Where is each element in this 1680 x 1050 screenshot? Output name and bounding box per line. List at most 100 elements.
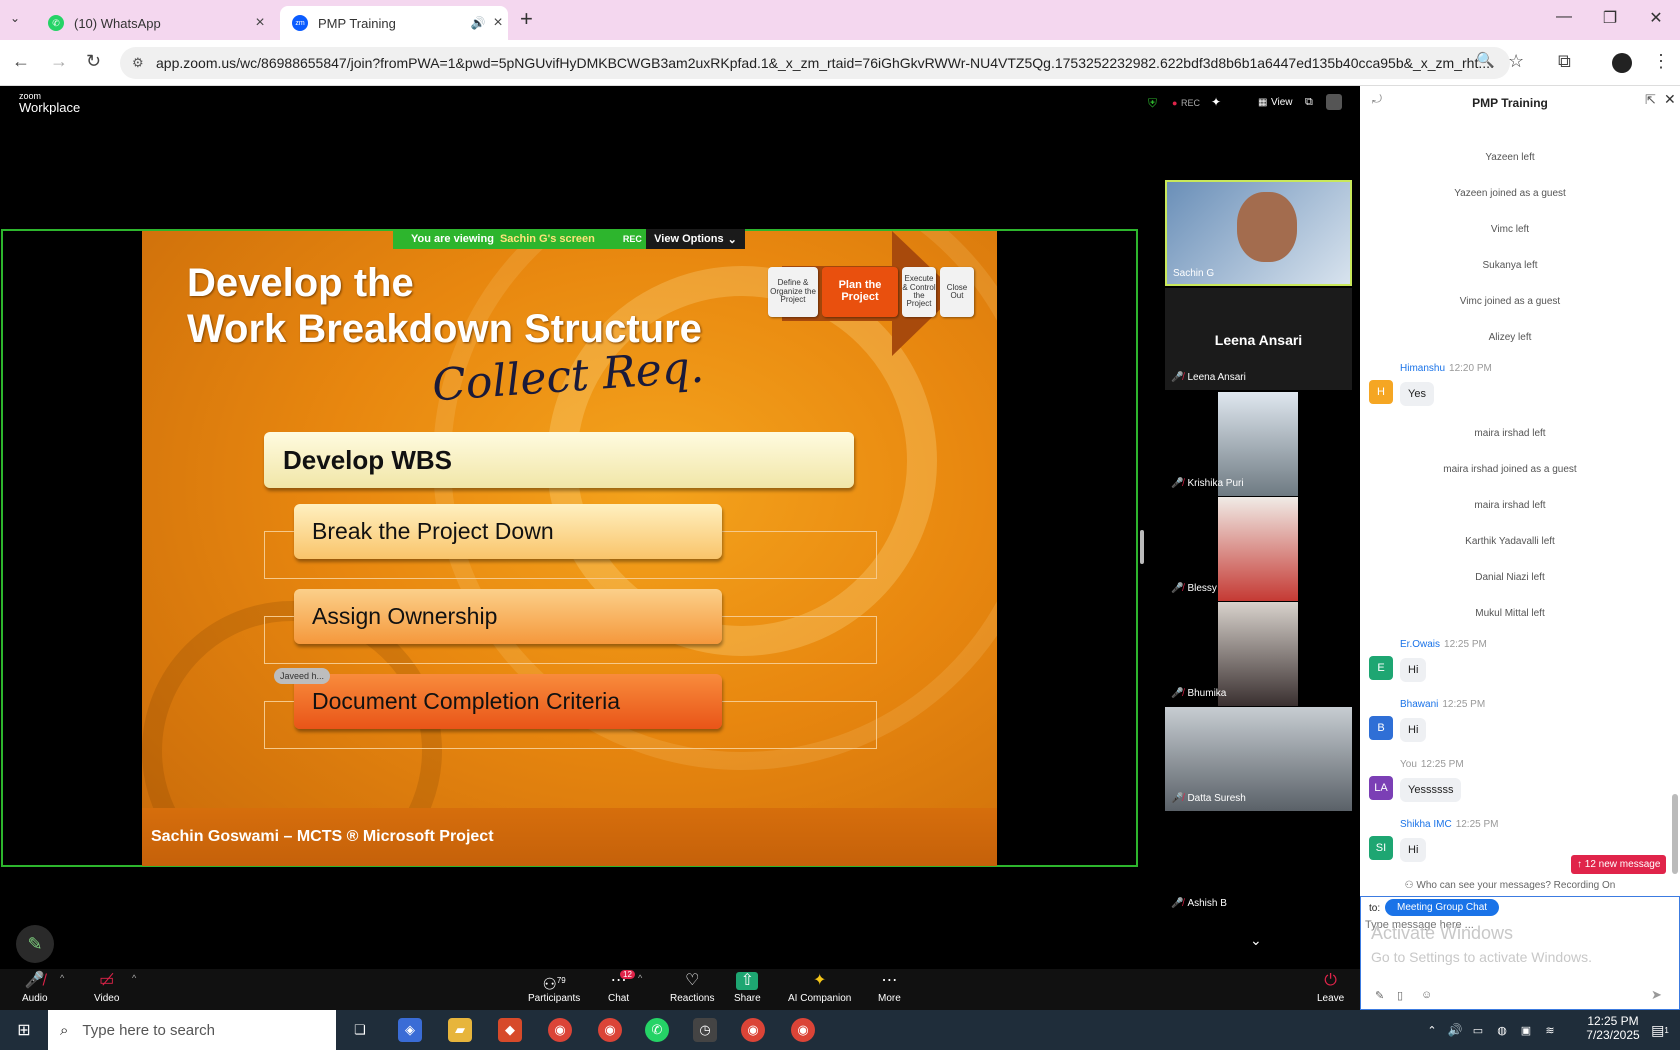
chrome-profile2-icon[interactable]: ◉ [741, 1018, 765, 1042]
back-icon[interactable]: ← [12, 51, 30, 72]
leave-label: Leave [1317, 993, 1345, 1004]
watermark-subtitle: Go to Settings to activate Windows. [1371, 949, 1592, 965]
close-window-icon[interactable]: ✕ [1633, 8, 1679, 28]
url-input[interactable]: ⚙ app.zoom.us/wc/86988655847/join?fromPW… [120, 47, 1510, 79]
share-button[interactable]: ⇧ Share [734, 972, 761, 1004]
chat-scrollbar[interactable] [1672, 794, 1678, 874]
send-icon[interactable]: ➤ [1651, 987, 1662, 1003]
ai-sparkle-icon[interactable]: ✦ [1211, 95, 1221, 109]
bookmark-star-icon[interactable]: ☆ [1508, 51, 1524, 72]
ai-companion-button[interactable]: ✦ AI Companion [788, 972, 851, 1004]
whatsapp-taskbar-icon[interactable]: ✆ [645, 1018, 669, 1042]
chat-badge: 12 [620, 970, 635, 979]
mic-muted-icon: 🎤̸ [24, 972, 45, 989]
emoji-icon[interactable]: ☺ [1421, 989, 1432, 1001]
extensions-icon[interactable]: ⧉ [1558, 51, 1571, 72]
tab-whatsapp[interactable]: ✆ (10) WhatsApp × [36, 6, 270, 40]
audio-button[interactable]: 🎤̸ Audio [22, 972, 48, 1004]
copilot-icon[interactable]: ◈ [398, 1018, 422, 1042]
participant-tile-sachin[interactable]: Sachin G [1165, 180, 1352, 286]
view-options-button[interactable]: View Options ⌄ [646, 229, 745, 249]
zoom-icon: zm [292, 15, 308, 31]
fullscreen-icon[interactable] [1326, 94, 1342, 110]
avatar: LA [1369, 776, 1393, 800]
sender-name: Himanshu [1400, 363, 1446, 374]
participants-button[interactable]: ⚇79 Participants [528, 972, 580, 1004]
close-chat-icon[interactable]: ✕ [1664, 91, 1676, 108]
participant-tile-datta[interactable]: 🎤̸ Datta Suresh [1165, 707, 1352, 811]
message-bubble[interactable]: Yes [1400, 382, 1434, 406]
wbs-main-box: Develop WBS [264, 432, 854, 488]
privacy-note[interactable]: ⚇ Who can see your messages? Recording O… [1360, 880, 1660, 891]
gallery-scroll-down-icon[interactable]: ⌄ [1250, 932, 1262, 949]
recipient-selector[interactable]: Meeting Group Chat [1385, 899, 1500, 916]
system-clock[interactable]: 12:25 PM 7/23/2025 [1580, 1014, 1646, 1042]
reactions-button[interactable]: ♡ Reactions [670, 972, 714, 1004]
taskbar-search[interactable]: ⌕ Type here to search [48, 1010, 336, 1050]
windows-taskbar: ⊞ ⌕ Type here to search ❏ ◈ ▰ ◆ ◉ ◉ ✆ ◷ … [0, 1010, 1680, 1050]
share-banner: You are viewing Sachin G's screen REC [393, 229, 646, 249]
message-bubble[interactable]: Yessssss [1400, 778, 1462, 802]
battery-icon[interactable]: ▭ [1466, 1018, 1490, 1042]
app-icon[interactable]: ◆ [498, 1018, 522, 1042]
participant-count: 79 [556, 976, 566, 985]
reload-icon[interactable]: ↻ [86, 51, 101, 72]
profile-avatar[interactable] [1612, 53, 1632, 73]
format-icon[interactable]: ✎ [1375, 989, 1384, 1002]
chrome-profile3-icon[interactable]: ◉ [791, 1018, 815, 1042]
chat-caret-icon[interactable]: ^ [638, 973, 642, 983]
message-bubble[interactable]: Hi [1400, 658, 1427, 682]
encryption-shield-icon[interactable]: ⛨ [1148, 96, 1157, 111]
file-explorer-icon[interactable]: ▰ [448, 1018, 472, 1042]
system-message: Yazeen left [1485, 152, 1535, 163]
leave-button[interactable]: ⏻ Leave [1317, 972, 1344, 1004]
participant-tile-blessy[interactable]: 🎤̸ Blessy [1165, 497, 1352, 601]
close-tab-icon[interactable]: × [250, 14, 270, 32]
forward-icon[interactable]: → [50, 51, 68, 72]
video-button[interactable]: ▭̸ Video [94, 972, 119, 1004]
windows-start-icon[interactable]: ⊞ [12, 1018, 36, 1042]
audio-caret-icon[interactable]: ^ [60, 973, 64, 983]
clock-app-icon[interactable]: ◷ [693, 1018, 717, 1042]
speaker-icon[interactable]: 🔊 [468, 16, 488, 30]
restore-icon[interactable]: ❐ [1587, 8, 1633, 28]
message-bubble[interactable]: Hi [1400, 718, 1427, 742]
video-off-icon: ▭̸ [99, 972, 115, 989]
reactions-label: Reactions [670, 993, 715, 1004]
to-label: to: [1369, 903, 1381, 914]
splitter-handle[interactable] [1140, 530, 1144, 564]
participant-tile-leena[interactable]: Leena Ansari 🎤̸ Leena Ansari [1165, 288, 1352, 390]
volume-icon[interactable]: 🔊 [1443, 1018, 1467, 1042]
new-messages-button[interactable]: ↑ 12 new message [1571, 855, 1667, 874]
view-button[interactable]: View [1271, 97, 1293, 108]
share-arrow-icon: ⇧ [736, 972, 759, 990]
task-view-icon[interactable]: ❏ [348, 1018, 372, 1042]
close-tab-icon[interactable]: × [488, 14, 508, 32]
participant-tile-bhumika[interactable]: 🎤̸ Bhumika [1165, 602, 1352, 706]
more-button[interactable]: ⋯ More [878, 972, 901, 1004]
tray-overflow-icon[interactable]: ⌃ [1420, 1018, 1444, 1042]
chrome-active-icon[interactable]: ◉ [598, 1018, 622, 1042]
minimize-icon[interactable]: — [1541, 8, 1587, 26]
pip-icon[interactable]: ⧉ [1305, 96, 1313, 109]
browser-menu-icon[interactable]: ⋮ [1652, 51, 1670, 72]
file-icon[interactable]: ▯ [1397, 989, 1403, 1002]
popout-icon[interactable]: ⇱ [1645, 92, 1656, 108]
notifications-icon[interactable]: ▤ 1 [1648, 1018, 1672, 1042]
annotate-pencil-icon[interactable]: ✎ [16, 925, 54, 963]
chrome-icon[interactable]: ◉ [548, 1018, 572, 1042]
display-icon[interactable]: ▣ [1514, 1018, 1538, 1042]
tab-pmp-training[interactable]: zm PMP Training 🔊 × [280, 6, 508, 40]
video-caret-icon[interactable]: ^ [132, 973, 136, 983]
people-icon: ⚇ [1404, 880, 1417, 891]
participant-tile-ashish[interactable]: 🎤̸ Ashish B [1171, 898, 1227, 909]
zoom-lens-icon[interactable]: 🔍 [1476, 51, 1495, 69]
participant-tile-krishika[interactable]: 🎤̸ Krishika Puri [1165, 392, 1352, 496]
tab-search-icon[interactable]: ⌄ [10, 11, 20, 25]
rec-indicator[interactable]: REC [1181, 98, 1200, 108]
network-icon[interactable]: ◍ [1490, 1018, 1514, 1042]
wifi-icon[interactable]: ≋ [1538, 1018, 1562, 1042]
site-info-icon[interactable]: ⚙ [132, 47, 144, 79]
message-bubble[interactable]: Hi [1400, 838, 1427, 862]
new-tab-button[interactable]: + [520, 6, 533, 32]
